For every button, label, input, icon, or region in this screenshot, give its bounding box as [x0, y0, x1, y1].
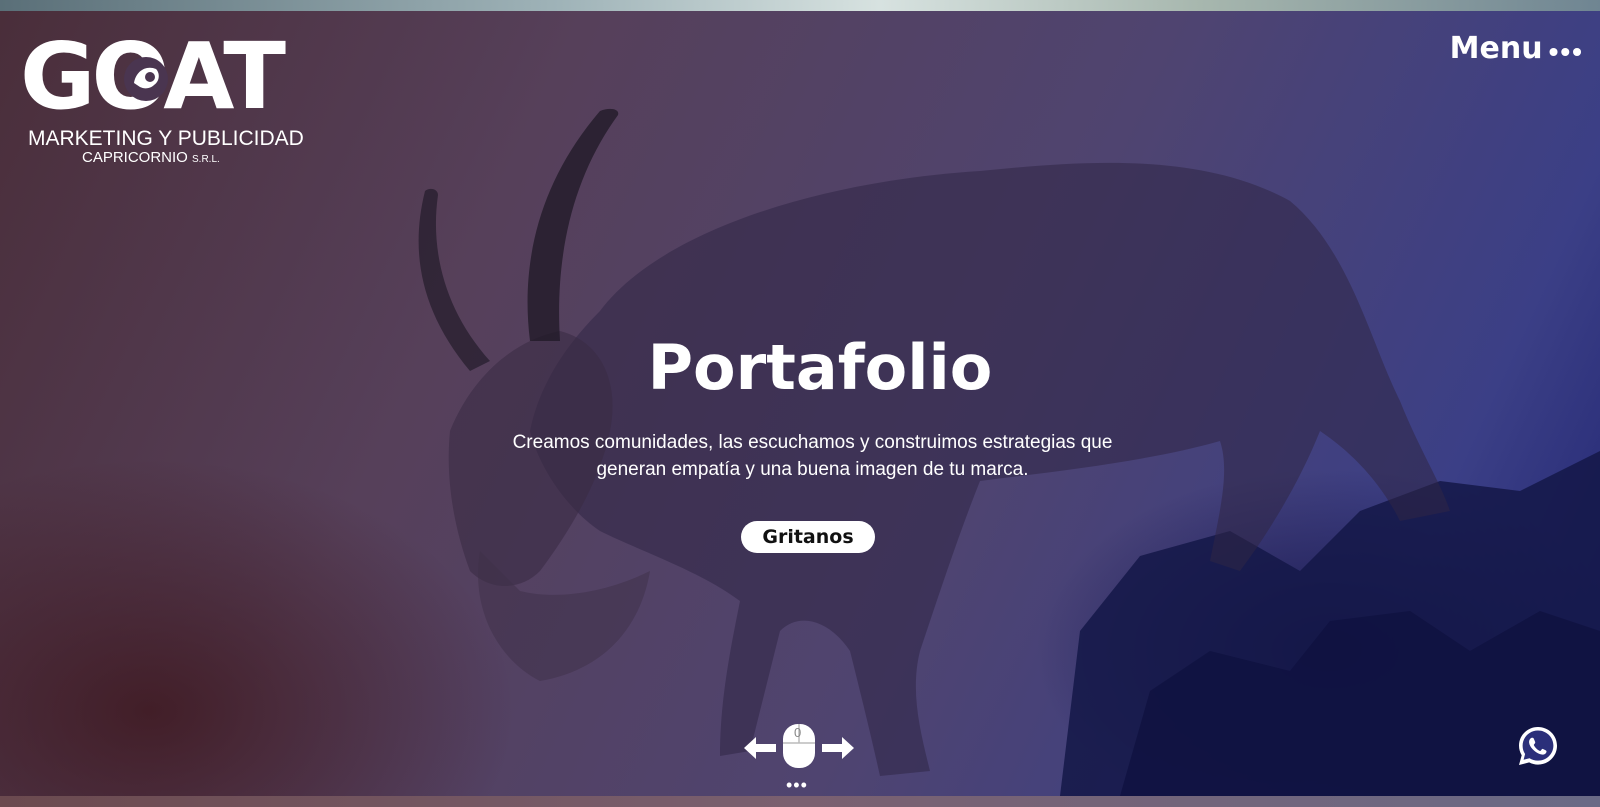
whatsapp-icon[interactable]	[1517, 725, 1559, 767]
logo-company: CAPRICORNIO	[82, 149, 188, 166]
menu-label: Menu	[1449, 31, 1543, 66]
scroll-hint: 0 •••	[744, 723, 856, 799]
logo-company-suffix: S.R.L.	[192, 154, 220, 165]
arrow-right-icon[interactable]	[822, 737, 854, 759]
scroll-dots-icon: •••	[786, 775, 808, 795]
brand-logo[interactable]: GOAT MARKETING Y PUBLICIDAD CAPRICORNIO …	[20, 31, 305, 171]
more-dots-icon: •••	[1548, 35, 1584, 67]
logo-tagline: MARKETING Y PUBLICIDAD	[28, 127, 304, 150]
page: GOAT MARKETING Y PUBLICIDAD CAPRICORNIO …	[0, 0, 1600, 807]
page-title: Portafolio	[647, 331, 993, 404]
mouse-label: 0	[794, 725, 802, 740]
goat-head-icon	[124, 57, 168, 101]
bottom-border-strip	[0, 796, 1600, 807]
arrow-left-icon[interactable]	[744, 737, 776, 759]
hero-description: Creamos comunidades, las escuchamos y co…	[512, 432, 1113, 480]
logo-company-name: CAPRICORNIO S.R.L.	[82, 149, 220, 166]
menu-button[interactable]: Menu •••	[1450, 31, 1584, 66]
hero-section: GOAT MARKETING Y PUBLICIDAD CAPRICORNIO …	[0, 11, 1600, 796]
top-border-strip	[0, 0, 1600, 11]
contact-button[interactable]: Gritanos	[741, 521, 875, 553]
